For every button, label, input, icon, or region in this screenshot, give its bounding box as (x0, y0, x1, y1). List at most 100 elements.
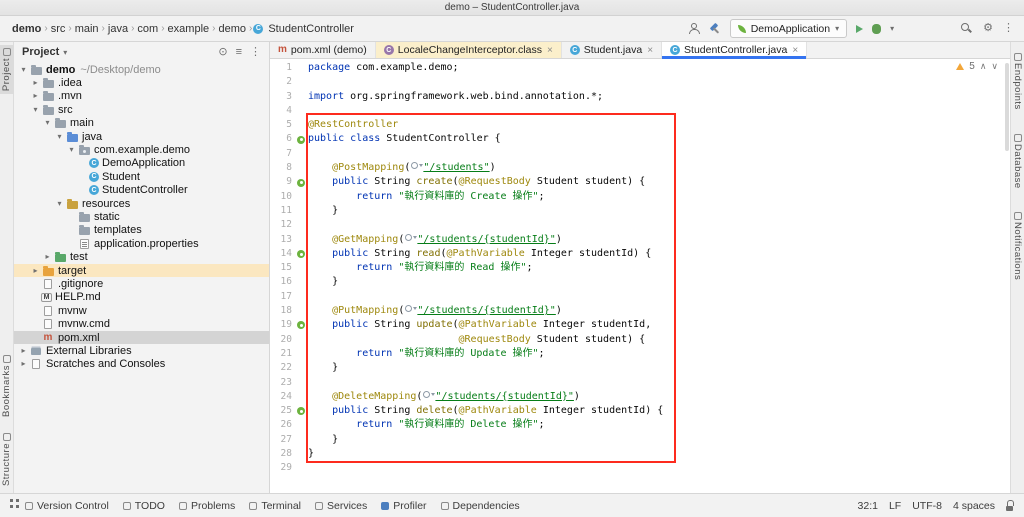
url-inlay-icon[interactable] (422, 390, 436, 399)
search-icon[interactable] (961, 22, 973, 35)
url-inlay-icon[interactable] (404, 304, 418, 313)
tool-stripe-button-notifications[interactable]: Notifications (1011, 209, 1024, 283)
tree-item-demoapplication[interactable]: C DemoApplication (14, 157, 269, 170)
breadcrumb-item-java-3[interactable]: java (106, 23, 130, 35)
debug-button[interactable] (872, 23, 882, 34)
editor-tab-student-java[interactable]: C Student.java × (562, 42, 663, 58)
request-mapping-gutter-icon[interactable] (297, 250, 305, 258)
tree-item-label: demo (46, 63, 76, 76)
url-inlay-icon[interactable] (404, 233, 418, 242)
tool-stripe-button-structure[interactable]: Structure (0, 430, 14, 489)
editor-tab-pom-xml-demo[interactable]: m pom.xml (demo) (270, 42, 376, 58)
breadcrumb-item-demo-0[interactable]: demo (10, 23, 43, 35)
breadcrumb-item-studentcontroller-7[interactable]: StudentController (266, 23, 356, 35)
next-problem-icon[interactable]: ∨ (991, 61, 998, 72)
tree-item-static[interactable]: static (14, 210, 269, 223)
breadcrumb-item-com-4[interactable]: com (135, 23, 160, 35)
chevron-closed-icon[interactable]: ▸ (30, 92, 41, 100)
status-todo[interactable]: TODO (122, 500, 165, 512)
collapse-all-icon[interactable]: ≡ (236, 46, 242, 58)
tree-item-mvn[interactable]: ▸ .mvn (14, 90, 269, 103)
url-inlay-icon[interactable] (410, 161, 424, 170)
status-terminal[interactable]: Terminal (249, 500, 301, 512)
tool-stripe-button-database[interactable]: Database (1011, 131, 1024, 192)
editor-tab-localechangeinterceptor-class[interactable]: C LocaleChangeInterceptor.class × (375, 42, 562, 58)
tree-item-external-libraries[interactable]: ▸ External Libraries (14, 344, 269, 357)
status-profiler[interactable]: Profiler (381, 500, 427, 512)
tree-item-idea[interactable]: ▸ .idea (14, 76, 269, 89)
locate-file-icon[interactable]: ⊙ (218, 46, 227, 58)
run-config-selector[interactable]: DemoApplication ▾ (729, 19, 848, 38)
prev-problem-icon[interactable]: ∧ (980, 61, 987, 72)
code-with-me-icon[interactable] (688, 23, 700, 34)
status-line-separator[interactable]: LF (889, 500, 901, 512)
tree-item-java[interactable]: ▾ java (14, 130, 269, 143)
kebab-menu-icon[interactable]: ⋮ (250, 46, 261, 58)
request-mapping-gutter-icon[interactable] (297, 321, 305, 330)
status-dependencies[interactable]: Dependencies (440, 500, 520, 512)
tree-item-application-properties[interactable]: application.properties (14, 237, 269, 250)
breadcrumb-item-src-1[interactable]: src (49, 23, 68, 35)
chevron-closed-icon[interactable]: ▸ (30, 266, 41, 275)
chevron-closed-icon[interactable]: ▸ (30, 79, 41, 87)
close-icon[interactable]: × (547, 45, 553, 56)
status-version-control[interactable]: Version Control (25, 500, 109, 512)
settings-gear-icon[interactable]: ⚙ (983, 23, 993, 34)
chevron-open-icon[interactable]: ▾ (54, 132, 65, 141)
status-caret-position[interactable]: 32:1 (858, 500, 878, 512)
chevron-closed-icon[interactable]: ▸ (42, 253, 53, 261)
tree-item-templates[interactable]: templates (14, 224, 269, 237)
code-editor[interactable]: 5 ∧ ∨ 1 package com.example.demo; 2 3 import… (270, 59, 1010, 493)
tree-item-student[interactable]: C Student (14, 170, 269, 183)
tree-item-resources[interactable]: ▾ resources (14, 197, 269, 210)
status-indent-style[interactable]: 4 spaces (953, 500, 995, 512)
chevron-closed-icon[interactable]: ▸ (18, 346, 29, 355)
tree-item-pom-xml[interactable]: m pom.xml (14, 330, 269, 345)
spring-bean-gutter-icon[interactable] (297, 135, 305, 144)
breadcrumb-item-demo-6[interactable]: demo (216, 23, 248, 35)
tree-item-src[interactable]: ▾ src (14, 103, 269, 116)
tree-item-help-md[interactable]: M HELP.md (14, 291, 269, 304)
tool-window-grid-icon[interactable] (10, 499, 13, 502)
status-services[interactable]: Services (315, 500, 367, 512)
close-icon[interactable]: × (792, 45, 798, 56)
close-icon[interactable]: × (647, 45, 653, 56)
chevron-open-icon[interactable]: ▾ (54, 199, 65, 208)
breadcrumb-item-main-2[interactable]: main (73, 23, 101, 35)
tree-item-gitignore[interactable]: .gitignore (14, 277, 269, 290)
inspections-widget[interactable]: 5 ∧ ∨ (956, 61, 998, 72)
more-run-options-icon[interactable]: ▾ (890, 24, 894, 33)
tree-item-com-example-demo[interactable]: ▾ com.example.demo (14, 143, 269, 156)
tree-item-main[interactable]: ▾ main (14, 117, 269, 130)
tree-item-mvnw[interactable]: mvnw (14, 304, 269, 317)
chevron-open-icon[interactable]: ▾ (18, 65, 29, 74)
tree-item-test[interactable]: ▸ test (14, 250, 269, 263)
chevron-open-icon[interactable]: ▾ (42, 119, 53, 127)
status-problems[interactable]: Problems (178, 500, 235, 512)
tool-stripe-button-bookmarks[interactable]: Bookmarks (0, 352, 14, 420)
tree-item-target[interactable]: ▸ target (14, 263, 269, 278)
kebab-menu-icon[interactable]: ⋮ (1003, 23, 1014, 34)
chevron-down-icon[interactable]: ▾ (63, 48, 67, 57)
tool-stripe-button-endpoints[interactable]: Endpoints (1011, 50, 1024, 113)
tree-item-scratches-and-consoles[interactable]: ▸ Scratches and Consoles (14, 358, 269, 371)
tree-item-mvnw-cmd[interactable]: mvnw.cmd (14, 317, 269, 330)
project-panel-title[interactable]: Project (22, 46, 59, 58)
request-mapping-gutter-icon[interactable] (297, 178, 305, 187)
status-encoding[interactable]: UTF-8 (912, 500, 942, 512)
build-hammer-icon[interactable] (708, 23, 721, 35)
tree-item-studentcontroller[interactable]: C StudentController (14, 184, 269, 197)
chevron-closed-icon[interactable]: ▸ (18, 360, 29, 368)
line-number: 28 (280, 448, 292, 460)
editor-scrollbar[interactable] (1005, 63, 1009, 151)
tool-stripe-button-project[interactable]: Project (0, 45, 14, 95)
lock-icon[interactable] (1005, 500, 1014, 511)
chevron-open-icon[interactable]: ▾ (30, 105, 41, 114)
editor-tab-studentcontroller-java[interactable]: C StudentController.java × (662, 42, 808, 59)
chevron-open-icon[interactable]: ▾ (66, 146, 77, 154)
breadcrumb-item-example-5[interactable]: example (166, 23, 212, 35)
tree-item-demo[interactable]: ▾ demo ~/Desktop/demo (14, 63, 269, 76)
vcs-icon (25, 501, 33, 510)
request-mapping-gutter-icon[interactable] (297, 407, 305, 416)
run-button[interactable] (856, 24, 864, 33)
